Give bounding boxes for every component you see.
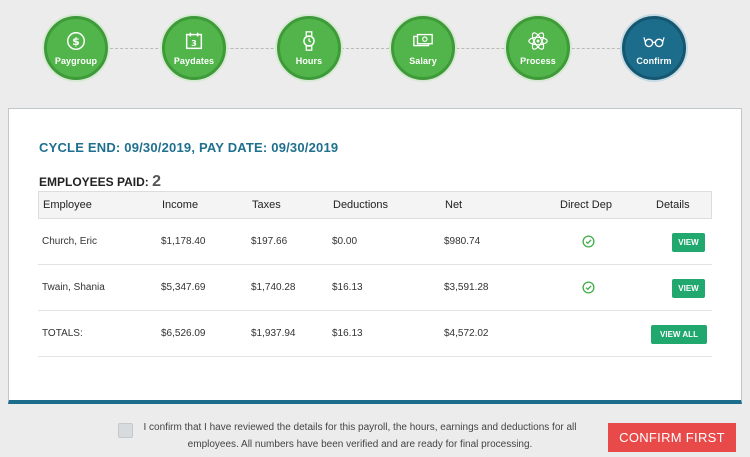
totals-income: $6,526.09 xyxy=(161,328,206,339)
step-label: Hours xyxy=(295,56,323,66)
glasses-icon xyxy=(641,30,667,52)
step-hours[interactable]: Hours xyxy=(277,16,341,80)
totals-deductions: $16.13 xyxy=(332,328,363,339)
totals-taxes: $1,937.94 xyxy=(251,328,296,339)
step-salary[interactable]: Salary xyxy=(391,16,455,80)
step-label: Salary xyxy=(409,56,437,66)
view-details-button[interactable]: VIEW xyxy=(672,233,705,252)
table-row: Church, Eric $1,178.40 $197.66 $0.00 $98… xyxy=(38,219,712,265)
payroll-summary-card: CYCLE END: 09/30/2019, PAY DATE: 09/30/2… xyxy=(8,108,742,404)
cell-income: $1,178.40 xyxy=(161,236,206,247)
atom-icon xyxy=(525,30,551,52)
watch-icon xyxy=(296,30,322,52)
cell-net: $980.74 xyxy=(444,236,481,247)
confirm-statement: I confirm that I have reviewed the detai… xyxy=(143,422,577,450)
header-income: Income xyxy=(162,199,199,211)
table-row: Twain, Shania $5,347.69 $1,740.28 $16.13… xyxy=(38,265,712,311)
cell-employee: Church, Eric xyxy=(42,236,98,247)
table-header: Employee Income Taxes Deductions Net Dir… xyxy=(38,191,712,219)
payroll-stepper: $ Paygroup 3 Paydates Hours Salary Proce… xyxy=(0,0,750,100)
confirm-checkbox[interactable] xyxy=(118,423,133,438)
cell-taxes: $197.66 xyxy=(251,236,288,247)
cash-icon xyxy=(410,30,436,52)
header-taxes: Taxes xyxy=(252,199,281,211)
employees-paid-heading: EMPLOYEES PAID: 2 xyxy=(39,173,161,191)
view-details-button[interactable]: VIEW xyxy=(672,279,705,298)
totals-net: $4,572.02 xyxy=(444,328,489,339)
confirm-first-button[interactable]: CONFIRM FIRST xyxy=(608,423,736,452)
totals-label: TOTALS: xyxy=(42,328,83,339)
header-net: Net xyxy=(445,199,463,211)
employees-paid-label: EMPLOYEES PAID: xyxy=(39,175,149,189)
cell-taxes: $1,740.28 xyxy=(251,282,296,293)
totals-row: TOTALS: $6,526.09 $1,937.94 $16.13 $4,57… xyxy=(38,311,712,357)
cycle-dates-heading: CYCLE END: 09/30/2019, PAY DATE: 09/30/2… xyxy=(39,140,339,155)
calendar-icon: 3 xyxy=(181,30,207,52)
svg-text:$: $ xyxy=(72,35,80,48)
step-label: Process xyxy=(520,56,556,66)
svg-text:3: 3 xyxy=(191,38,197,48)
header-details: Details xyxy=(656,199,690,211)
cell-employee: Twain, Shania xyxy=(42,282,105,293)
view-all-button[interactable]: VIEW ALL xyxy=(651,325,707,344)
step-label: Paydates xyxy=(173,56,215,66)
employees-paid-count: 2 xyxy=(152,173,162,190)
header-direct-dep: Direct Dep xyxy=(560,199,612,211)
cell-net: $3,591.28 xyxy=(444,282,489,293)
header-employee: Employee xyxy=(43,199,92,211)
header-deductions: Deductions xyxy=(333,199,389,211)
step-paygroup[interactable]: $ Paygroup xyxy=(44,16,108,80)
cell-deductions: $16.13 xyxy=(332,282,363,293)
dollar-coin-icon: $ xyxy=(63,30,89,52)
cell-deductions: $0.00 xyxy=(332,236,358,247)
step-confirm[interactable]: Confirm xyxy=(622,16,686,80)
step-process[interactable]: Process xyxy=(506,16,570,80)
step-label: Confirm xyxy=(636,56,672,66)
step-label: Paygroup xyxy=(54,56,98,66)
cell-income: $5,347.69 xyxy=(161,282,206,293)
direct-dep-check-icon xyxy=(582,219,595,264)
direct-dep-check-icon xyxy=(582,265,595,310)
step-paydates[interactable]: 3 Paydates xyxy=(162,16,226,80)
